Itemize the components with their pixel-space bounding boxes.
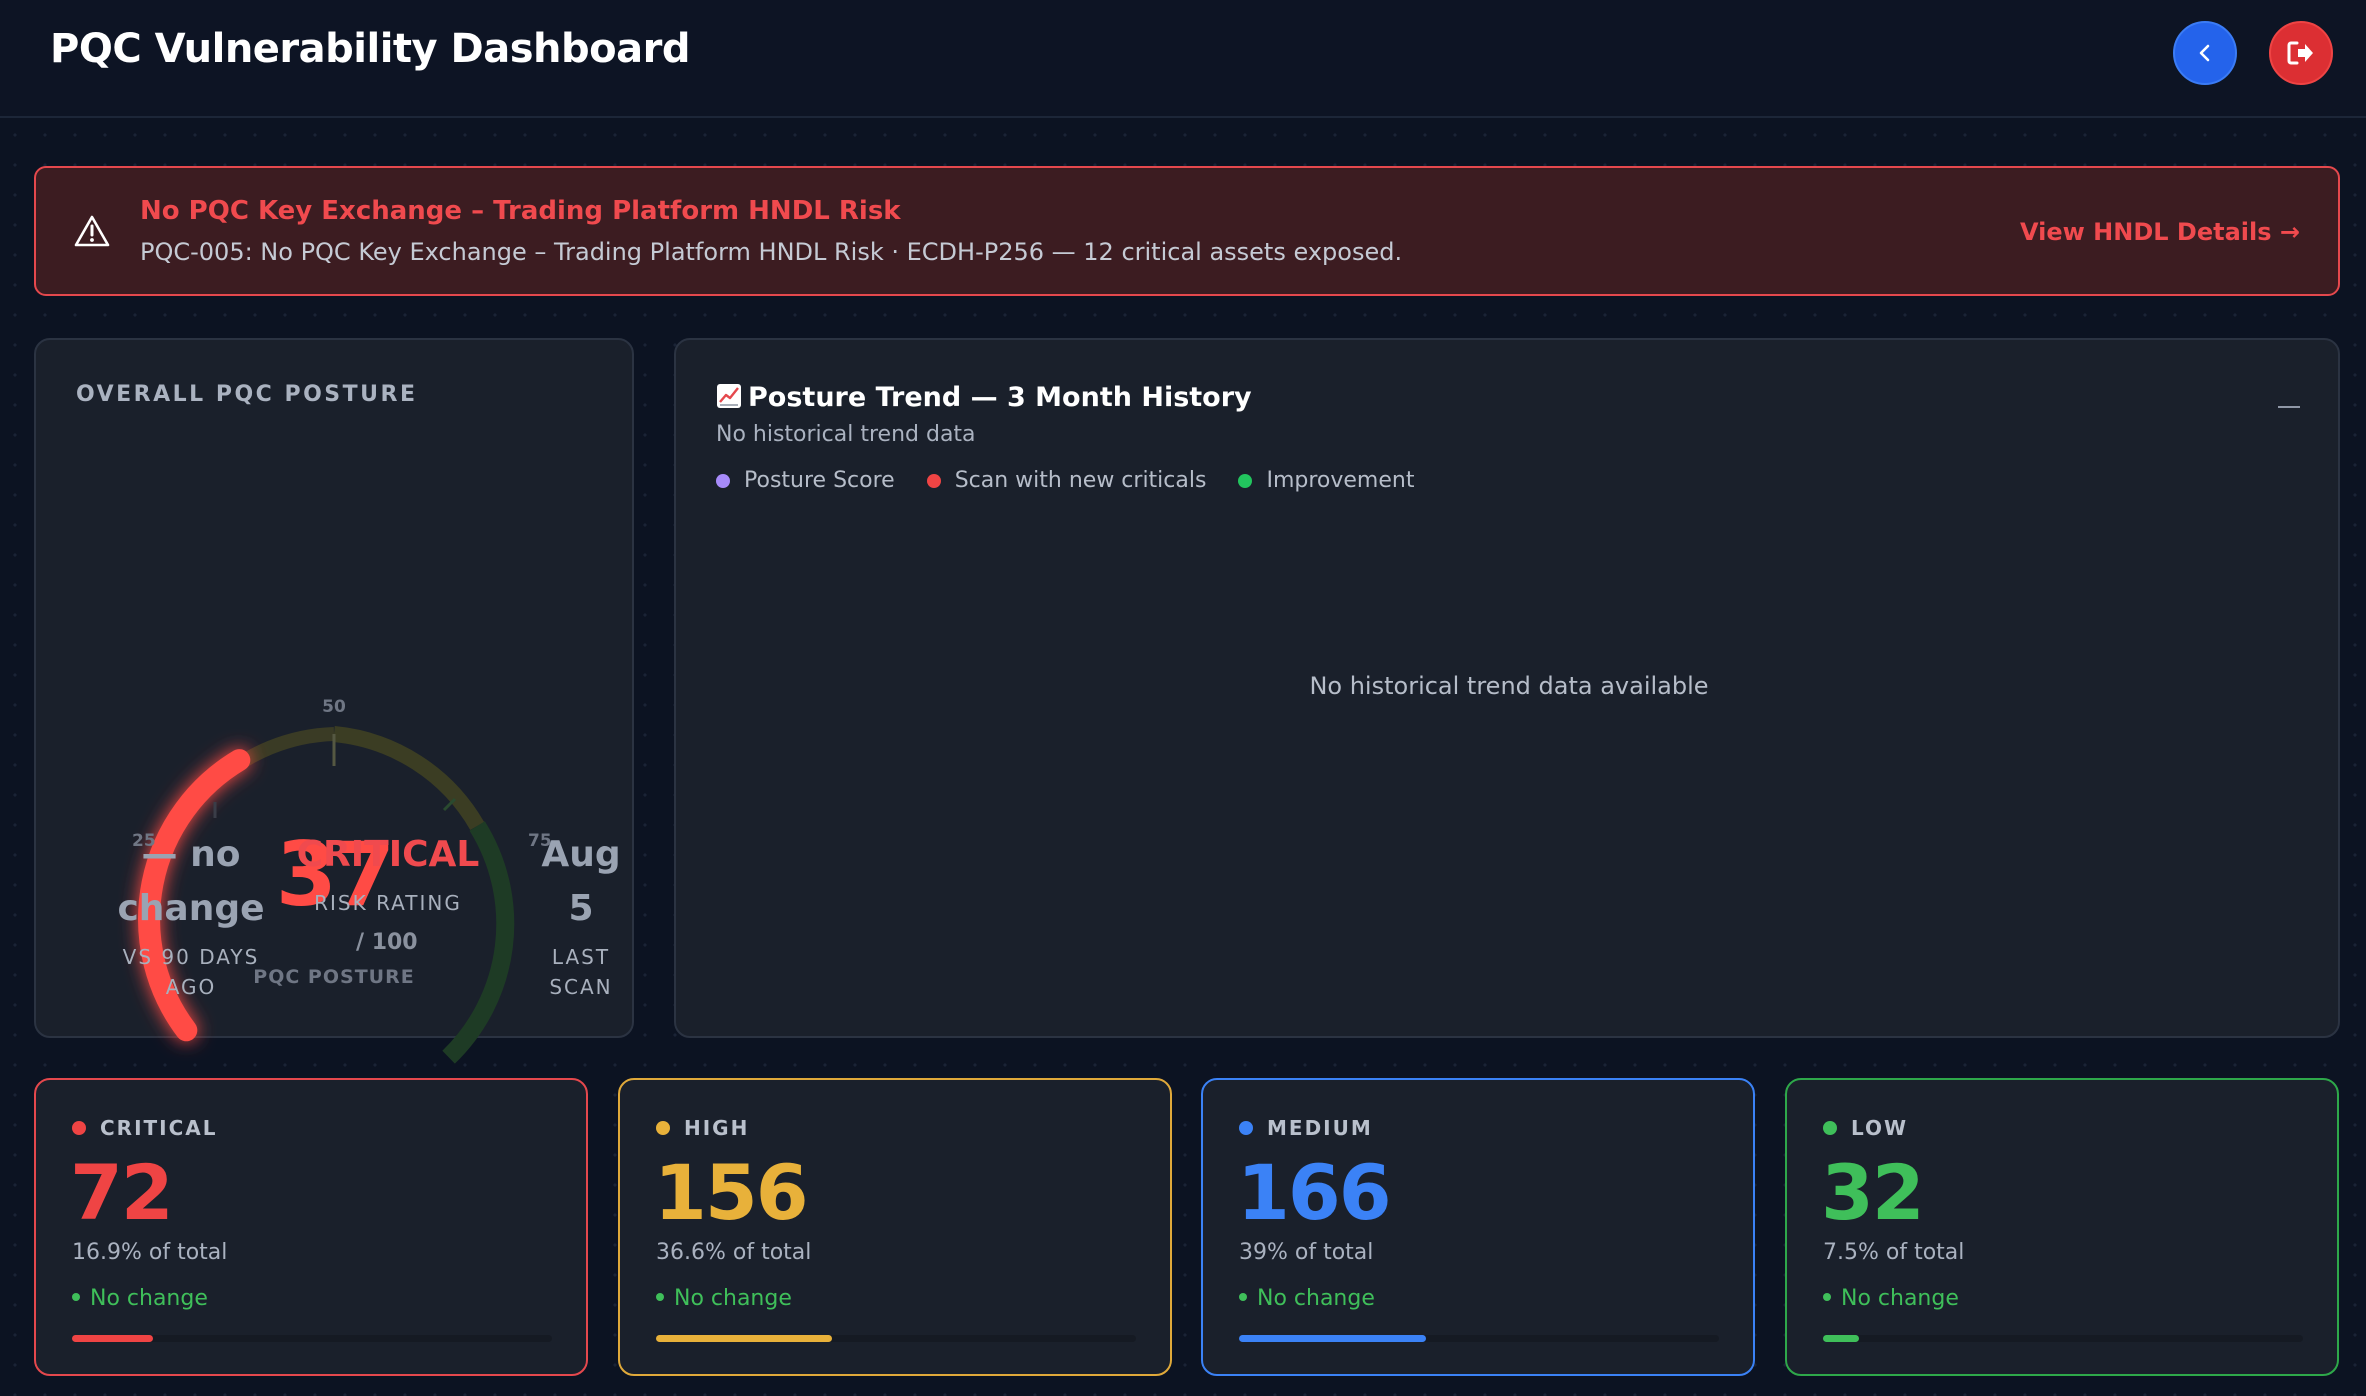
- severity-card-low[interactable]: LOW 32 7.5% of total No change: [1785, 1078, 2339, 1376]
- legend-item-posture-score: Posture Score: [716, 468, 895, 493]
- legend-label: Posture Score: [744, 468, 895, 493]
- severity-card-high[interactable]: HIGH 156 36.6% of total No change: [618, 1078, 1172, 1376]
- severity-percent: 16.9% of total: [72, 1240, 228, 1265]
- warning-icon: [74, 215, 110, 247]
- risk-rating-stat: CRITICAL RISK RATING: [268, 828, 508, 918]
- severity-dot: [1239, 1121, 1253, 1135]
- severity-label: HIGH: [684, 1116, 750, 1140]
- last-scan-day: 5: [568, 888, 594, 929]
- severity-change: No change: [656, 1286, 792, 1311]
- severity-change: No change: [72, 1286, 208, 1311]
- severity-percent: 39% of total: [1239, 1240, 1374, 1265]
- severity-percent: 7.5% of total: [1823, 1240, 1965, 1265]
- severity-progress-track: [1239, 1335, 1719, 1342]
- hndl-alert-banner: No PQC Key Exchange – Trading Platform H…: [34, 166, 2340, 296]
- last-scan-label-line2: SCAN: [549, 975, 613, 999]
- severity-change-text: No change: [1257, 1286, 1375, 1311]
- minimize-icon[interactable]: [2278, 406, 2300, 408]
- overall-posture-card: OVERALL PQC POSTURE 25 50 75 37 / 100 PQ…: [34, 338, 636, 1064]
- severity-change: No change: [1239, 1286, 1375, 1311]
- severity-progress-track: [656, 1335, 1136, 1342]
- risk-rating-value: CRITICAL: [296, 834, 480, 875]
- view-hndl-details-link[interactable]: View HNDL Details →: [2020, 218, 2300, 246]
- last-scan-label-line1: LAST: [551, 945, 611, 969]
- logout-icon: [2287, 41, 2313, 65]
- severity-change: No change: [1823, 1286, 1959, 1311]
- legend-dot: [1238, 473, 1253, 488]
- severity-percent: 36.6% of total: [656, 1240, 812, 1265]
- severity-progress-track: [1823, 1335, 2303, 1342]
- trend-title: Posture Trend — 3 Month History: [716, 382, 1252, 413]
- severity-count: 72: [70, 1148, 174, 1237]
- chevron-left-icon: [2199, 44, 2210, 62]
- logout-button[interactable]: [2269, 21, 2333, 85]
- page-title: PQC Vulnerability Dashboard: [50, 26, 690, 72]
- severity-change-text: No change: [1841, 1286, 1959, 1311]
- severity-header: MEDIUM: [1239, 1116, 1373, 1140]
- legend-label: Scan with new criticals: [954, 468, 1207, 493]
- posture-gauge: 25 50 75 37 / 100 PQC POSTURE: [132, 697, 552, 1064]
- change-label-line2: AGO: [165, 975, 217, 999]
- severity-progress-fill: [1239, 1335, 1426, 1342]
- severity-change-text: No change: [674, 1286, 792, 1311]
- severity-header: CRITICAL: [72, 1116, 218, 1140]
- severity-progress-track: [72, 1335, 552, 1342]
- severity-count: 166: [1237, 1148, 1392, 1237]
- severity-progress-fill: [656, 1335, 832, 1342]
- last-scan-month: Aug: [541, 834, 621, 875]
- legend-item-new-criticals: Scan with new criticals: [926, 468, 1207, 493]
- back-button[interactable]: [2173, 21, 2237, 85]
- severity-dot: [656, 1121, 670, 1135]
- severity-change-text: No change: [90, 1286, 208, 1311]
- severity-label: LOW: [1851, 1116, 1909, 1140]
- gauge-track-mid: [333, 726, 485, 831]
- posture-trend-card: Posture Trend — 3 Month History No histo…: [674, 338, 2340, 1038]
- severity-dot: [1823, 1121, 1837, 1135]
- legend-dot: [926, 473, 941, 488]
- legend-label: Improvement: [1266, 468, 1415, 493]
- severity-progress-fill: [1823, 1335, 1859, 1342]
- severity-dot: [72, 1121, 86, 1135]
- trend-empty-message: No historical trend data available: [1309, 672, 1709, 700]
- severity-header: LOW: [1823, 1116, 1908, 1140]
- severity-header: HIGH: [656, 1116, 749, 1140]
- severity-label: CRITICAL: [100, 1116, 218, 1140]
- gauge-tick-label-50: 50: [322, 697, 346, 717]
- posture-stats: — no change VS 90 DAYS AGO CRITICAL RISK…: [36, 820, 636, 1040]
- last-scan-stat: Aug 5 LAST SCAN: [496, 828, 666, 1002]
- severity-label: MEDIUM: [1267, 1116, 1373, 1140]
- severity-count: 156: [654, 1148, 809, 1237]
- severity-card-medium[interactable]: MEDIUM 166 39% of total No change: [1201, 1078, 1755, 1376]
- severity-count: 32: [1821, 1148, 1925, 1237]
- severity-card-critical[interactable]: CRITICAL 72 16.9% of total No change: [34, 1078, 588, 1376]
- risk-rating-label: RISK RATING: [314, 891, 462, 915]
- severity-progress-fill: [72, 1335, 153, 1342]
- posture-card-label: OVERALL PQC POSTURE: [76, 382, 418, 407]
- top-bar: PQC Vulnerability Dashboard: [0, 0, 2366, 118]
- legend-item-improvement: Improvement: [1238, 468, 1414, 493]
- trend-subtitle: No historical trend data: [716, 422, 976, 447]
- alert-title: No PQC Key Exchange – Trading Platform H…: [140, 196, 901, 226]
- change-label-line1: VS 90 DAYS: [122, 945, 260, 969]
- alert-description: PQC-005: No PQC Key Exchange – Trading P…: [140, 238, 1403, 266]
- trend-title-text: Posture Trend — 3 Month History: [748, 382, 1252, 413]
- legend-dot: [716, 473, 730, 488]
- chart-increasing-icon: [717, 384, 741, 408]
- trend-legend: Posture Score Scan with new criticals Im…: [716, 468, 1414, 493]
